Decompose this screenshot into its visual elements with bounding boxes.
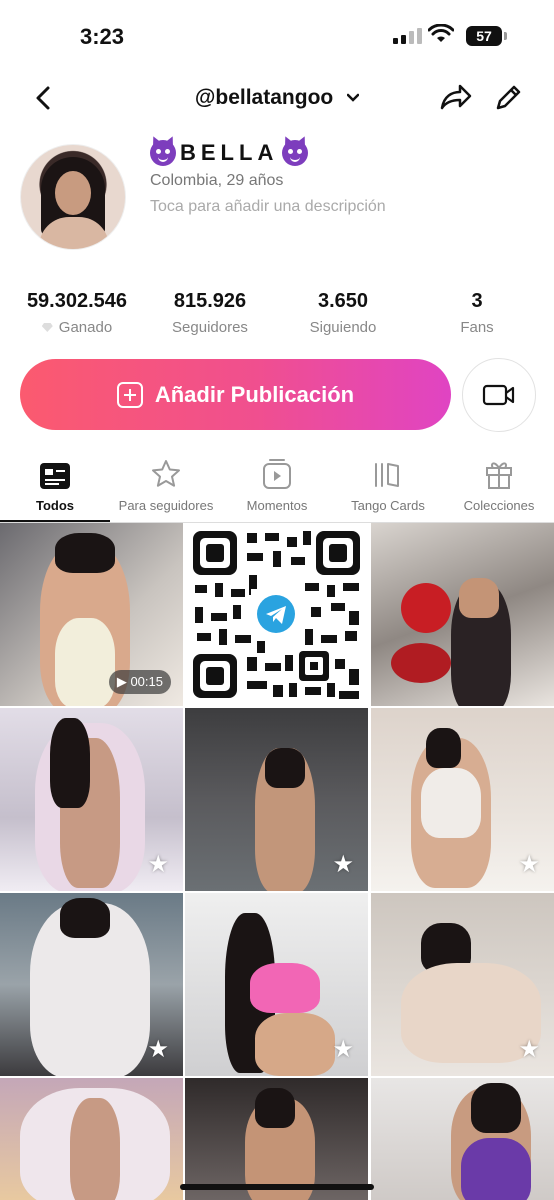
stat-following[interactable]: 3.650 Siguiendo xyxy=(273,290,413,336)
avatar[interactable] xyxy=(20,144,126,250)
home-indicator xyxy=(180,1184,374,1190)
feed-card-icon xyxy=(40,463,70,489)
description-placeholder[interactable]: Toca para añadir una descripción xyxy=(150,198,386,216)
stat-earned[interactable]: 59.302.546 Ganado xyxy=(7,290,147,336)
tab-label: Todos xyxy=(35,498,75,513)
stat-label: Seguidores xyxy=(172,319,248,336)
tab-tango-cards[interactable]: Tango Cards xyxy=(333,454,443,522)
stat-value: 3 xyxy=(471,290,483,312)
stat-value: 3.650 xyxy=(317,290,369,312)
grid-post[interactable] xyxy=(0,1078,183,1200)
grid-post-followers-only[interactable]: ★ xyxy=(185,708,368,891)
grid-post-followers-only[interactable]: ★ xyxy=(371,893,554,1076)
edit-pencil-icon[interactable] xyxy=(494,82,524,112)
telegram-logo-icon xyxy=(257,595,295,633)
tab-todos[interactable]: Todos xyxy=(0,454,110,522)
stat-value: 59.302.546 xyxy=(26,290,128,312)
chevron-down-icon xyxy=(347,94,360,103)
tab-label: Tango Cards xyxy=(351,498,425,513)
grid-post[interactable] xyxy=(371,1078,554,1200)
battery-icon: 57 xyxy=(466,26,507,46)
grid-post-followers-only[interactable]: ★ xyxy=(0,708,183,891)
top-nav: @bellatangoo xyxy=(0,70,554,126)
plus-square-icon xyxy=(116,381,143,408)
tab-label: Colecciones xyxy=(463,498,535,513)
grid-post-followers-only[interactable]: ★ xyxy=(371,708,554,891)
stat-followers[interactable]: 815.926 Seguidores xyxy=(140,290,280,336)
tab-momentos[interactable]: Momentos xyxy=(222,454,332,522)
video-duration-badge: ▶ 00:15 xyxy=(108,670,171,694)
profile-handle: @bellatangoo xyxy=(194,86,334,109)
grid-post[interactable] xyxy=(185,1078,368,1200)
star-icon: ★ xyxy=(332,1036,354,1063)
add-post-button[interactable]: Añadir Publicación xyxy=(20,359,451,430)
stat-value: 815.926 xyxy=(173,290,247,312)
profile-name: BELLA xyxy=(150,140,309,166)
smiling-devil-emoji-icon xyxy=(150,140,176,166)
profile-stats: 59.302.546 Ganado 815.926 Seguidores 3.6… xyxy=(0,290,554,340)
posts-grid: ▶ 00:15 ★ ★ ★ ★ ★ ★ xyxy=(0,523,554,1200)
grid-post-followers-only[interactable]: ★ xyxy=(0,893,183,1076)
star-icon xyxy=(152,460,180,487)
star-icon: ★ xyxy=(518,1036,540,1063)
stat-label: Ganado xyxy=(58,319,113,336)
grid-post[interactable] xyxy=(371,523,554,706)
status-bar: 3:23 57 xyxy=(0,0,554,70)
tab-label: Momentos xyxy=(246,498,308,513)
signal-icon xyxy=(393,28,422,44)
status-time: 3:23 xyxy=(80,24,125,49)
grid-post-video[interactable]: ▶ 00:15 xyxy=(0,523,183,706)
gift-icon xyxy=(486,462,512,489)
star-icon: ★ xyxy=(147,1036,169,1063)
content-tabs: Todos Para seguidores Momentos Tango Car… xyxy=(0,454,554,523)
moments-play-icon xyxy=(263,459,291,489)
diamond-icon xyxy=(41,323,53,332)
profile-name-text: BELLA xyxy=(180,140,279,165)
stat-label: Fans xyxy=(460,319,494,336)
star-icon: ★ xyxy=(332,851,354,878)
star-icon: ★ xyxy=(518,851,540,878)
grid-post-qr-code[interactable] xyxy=(185,523,368,706)
grid-post-followers-only[interactable]: ★ xyxy=(185,893,368,1076)
live-video-button[interactable] xyxy=(462,358,536,432)
star-icon: ★ xyxy=(147,851,169,878)
tab-para-seguidores[interactable]: Para seguidores xyxy=(111,454,221,522)
smiling-devil-emoji-icon xyxy=(282,140,309,166)
stat-fans[interactable]: 3 Fans xyxy=(407,290,547,336)
wifi-icon xyxy=(428,24,454,42)
share-icon[interactable] xyxy=(438,82,472,112)
qr-code-image xyxy=(193,531,360,699)
profile-location: Colombia, 29 años xyxy=(150,172,284,189)
cards-icon xyxy=(375,463,399,487)
stat-label: Siguiendo xyxy=(309,319,377,336)
tab-colecciones[interactable]: Colecciones xyxy=(444,454,554,522)
add-post-label: Añadir Publicación xyxy=(154,381,355,407)
video-camera-icon xyxy=(482,384,515,406)
tab-label: Para seguidores xyxy=(118,498,214,513)
